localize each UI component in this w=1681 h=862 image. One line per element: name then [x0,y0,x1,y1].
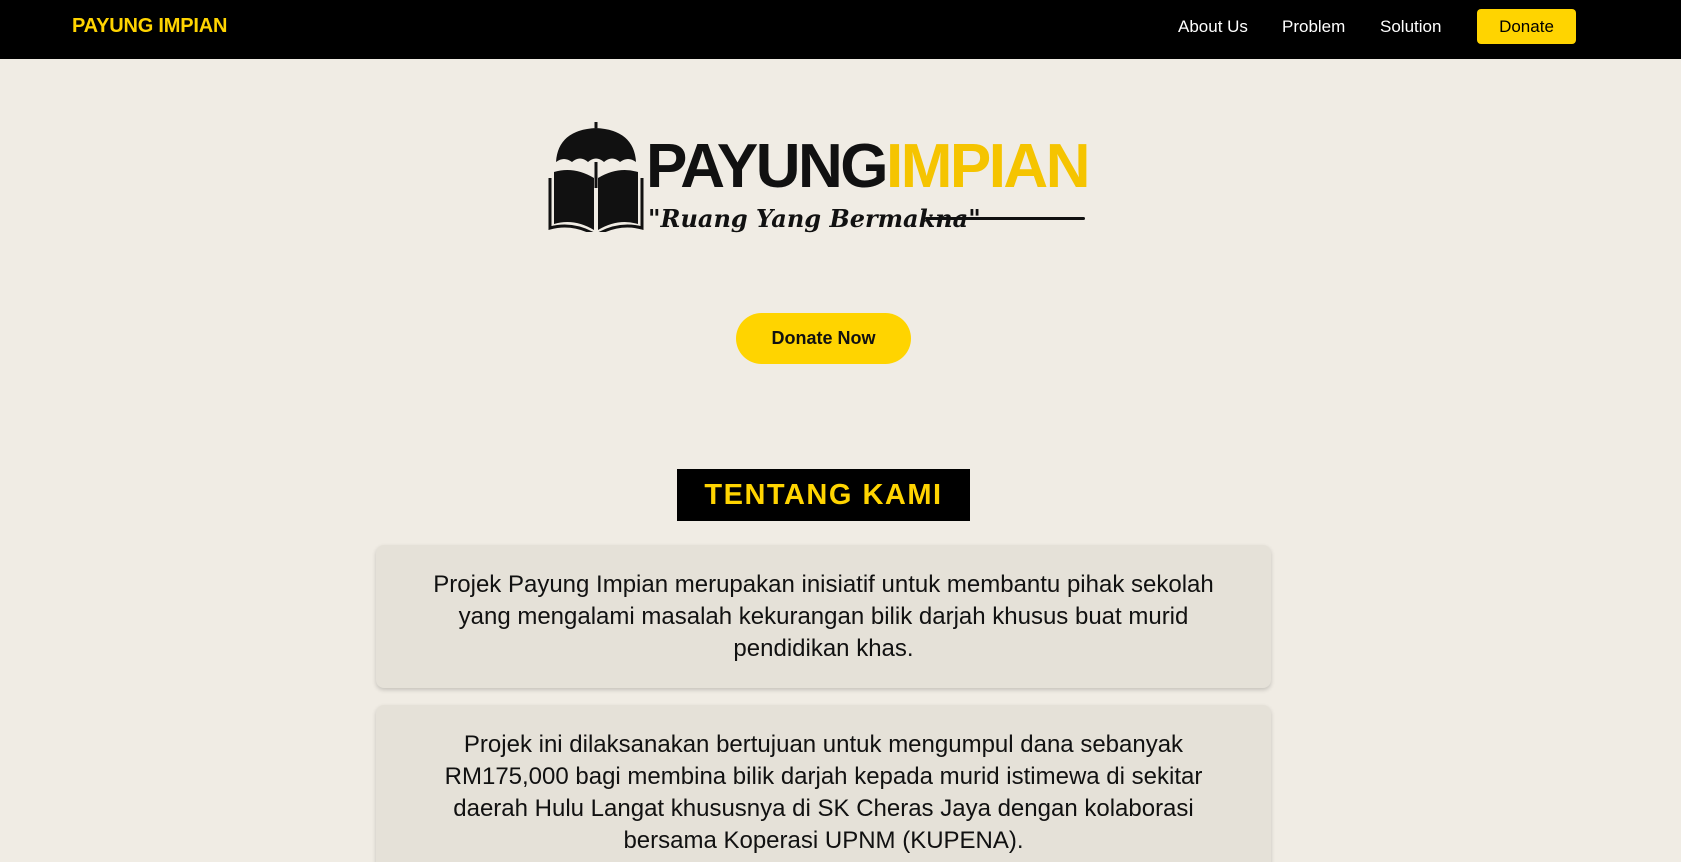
donate-now-button[interactable]: Donate Now [736,313,911,364]
payung-impian-logo: PAYUNGIMPIAN "Ruang Yang Bermakna" [548,122,1090,240]
about-paragraph: Projek Payung Impian merupakan inisiatif… [433,570,1214,662]
about-card: Projek Payung Impian merupakan inisiatif… [376,545,1271,688]
about-paragraph: Projek ini dilaksanakan bertujuan untuk … [444,731,1203,854]
nav-link-solution[interactable]: Solution [1380,17,1441,37]
logo-wordmark: PAYUNGIMPIAN [646,136,1090,198]
nav-link-problem[interactable]: Problem [1282,17,1345,37]
logo-word-impian: IMPIAN [885,132,1091,201]
brand-link[interactable]: PAYUNG IMPIAN [72,15,227,38]
section-title-tentang-kami: TENTANG KAMI [677,469,970,521]
nav-donate-button[interactable]: Donate [1477,9,1576,44]
navbar: PAYUNG IMPIAN About Us Problem Solution … [0,0,1681,59]
umbrella-book-icon [548,122,644,232]
nav-link-about-us[interactable]: About Us [1178,17,1248,37]
logo-word-payung: PAYUNG [646,132,888,201]
about-card: Projek ini dilaksanakan bertujuan untuk … [376,705,1271,862]
logo-underline [925,217,1085,220]
